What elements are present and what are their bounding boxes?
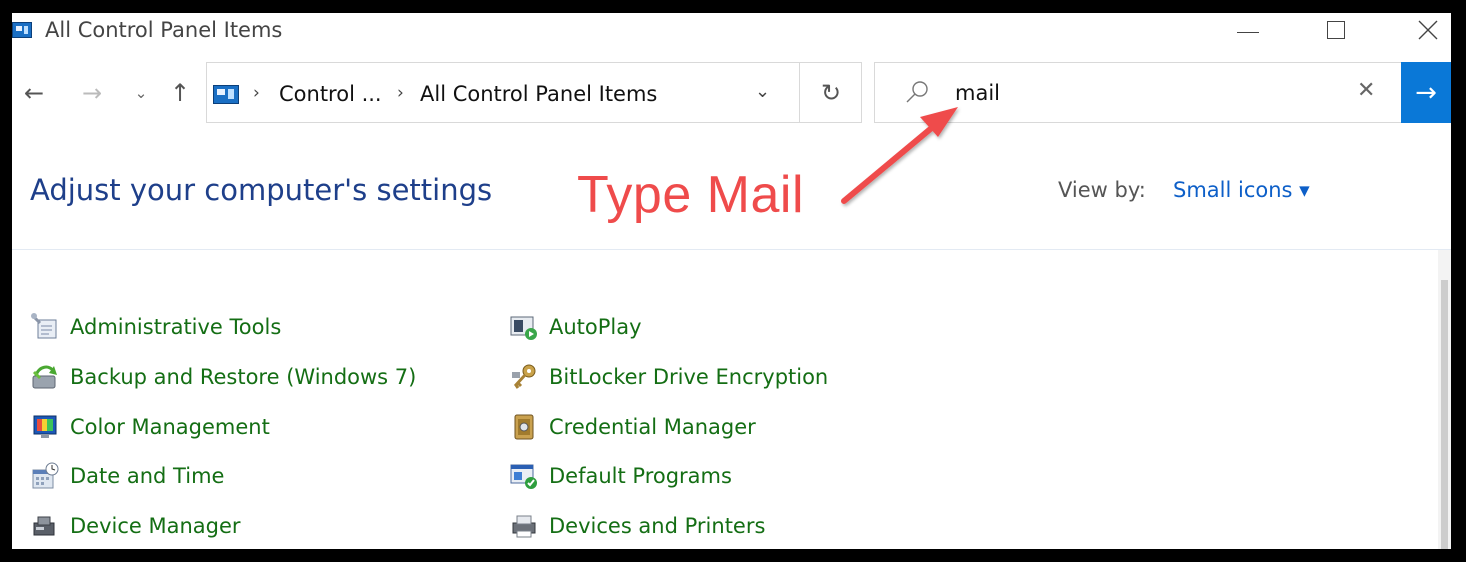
close-icon (1418, 20, 1438, 40)
view-by-dropdown[interactable]: Small icons ▾ (1173, 178, 1310, 202)
admin-tools-icon (31, 313, 57, 339)
back-arrow-icon: ← (23, 79, 45, 107)
autoplay-icon (510, 316, 537, 340)
vertical-scrollbar[interactable] (1438, 250, 1451, 549)
item-label: Date and Time (70, 464, 225, 488)
page-title: Adjust your computer's settings (30, 173, 493, 207)
backup-restore-icon (32, 365, 57, 389)
address-dropdown-icon[interactable]: ⌄ (755, 81, 770, 102)
list-item[interactable]: Default Programs (509, 456, 732, 496)
list-item[interactable]: Backup and Restore (Windows 7) (30, 357, 416, 397)
maximize-button[interactable] (1307, 13, 1365, 47)
header-divider (12, 249, 1451, 250)
devices-printers-icon (512, 515, 536, 538)
refresh-button[interactable]: ↻ (800, 63, 862, 122)
list-item[interactable]: Date and Time (30, 456, 224, 496)
item-label: Credential Manager (549, 415, 756, 439)
color-management-icon (33, 415, 57, 438)
forward-button[interactable]: → (74, 73, 110, 113)
breadcrumb-control-panel[interactable]: Control ... (279, 82, 382, 106)
control-panel-icon (213, 85, 239, 104)
recent-locations-button[interactable]: ⌄ (123, 73, 159, 113)
scrollbar-thumb[interactable] (1441, 280, 1448, 549)
item-label: AutoPlay (549, 315, 642, 339)
control-panel-icon (12, 22, 32, 38)
item-label: Default Programs (549, 464, 732, 488)
forward-arrow-icon: → (81, 79, 103, 107)
bitlocker-icon (512, 364, 536, 389)
breadcrumb-separator: › (397, 83, 404, 103)
refresh-icon: ↻ (820, 78, 842, 107)
item-label: BitLocker Drive Encryption (549, 365, 829, 389)
maximize-icon (1327, 21, 1345, 39)
list-item[interactable]: Credential Manager (509, 407, 756, 447)
breadcrumb-all-items[interactable]: All Control Panel Items (420, 82, 657, 106)
clear-search-icon[interactable]: ✕ (1357, 78, 1375, 103)
item-label: Backup and Restore (Windows 7) (70, 365, 417, 389)
item-label: Administrative Tools (70, 315, 282, 339)
view-by-label: View by: (1058, 178, 1146, 202)
device-manager-icon (33, 516, 55, 536)
title-bar: All Control Panel Items (12, 13, 1451, 47)
search-box: ✕ (874, 62, 1402, 123)
up-button[interactable]: ↑ (162, 73, 198, 113)
annotation-text: Type Mail (577, 166, 805, 224)
minimize-icon (1237, 31, 1259, 33)
control-panel-window: All Control Panel Items ← → ⌄ ↑ › Contro… (12, 13, 1451, 549)
address-bar[interactable]: › Control ... › All Control Panel Items … (206, 62, 862, 123)
search-icon (906, 81, 928, 103)
list-item[interactable]: Administrative Tools (30, 307, 281, 347)
up-arrow-icon: ↑ (169, 79, 191, 107)
minimize-button[interactable] (1219, 13, 1277, 47)
search-input[interactable] (955, 79, 1335, 107)
credential-manager-icon (514, 414, 534, 440)
item-label: Device Manager (70, 514, 241, 538)
breadcrumb-separator: › (253, 83, 260, 103)
list-item[interactable]: Color Management (30, 407, 270, 447)
item-label: Devices and Printers (549, 514, 766, 538)
search-go-button[interactable]: → (1401, 62, 1451, 123)
chevron-down-icon: ⌄ (134, 84, 148, 102)
window-title: All Control Panel Items (45, 18, 283, 42)
arrow-right-icon: → (1415, 77, 1437, 108)
date-time-icon (32, 462, 59, 489)
close-button[interactable] (1399, 13, 1451, 47)
list-item[interactable]: AutoPlay (509, 307, 642, 347)
list-item[interactable]: Devices and Printers (509, 506, 765, 546)
item-label: Color Management (70, 415, 270, 439)
list-item[interactable]: Device Manager (30, 506, 241, 546)
back-button[interactable]: ← (16, 73, 52, 113)
default-programs-icon (510, 464, 537, 489)
list-item[interactable]: BitLocker Drive Encryption (509, 357, 828, 397)
